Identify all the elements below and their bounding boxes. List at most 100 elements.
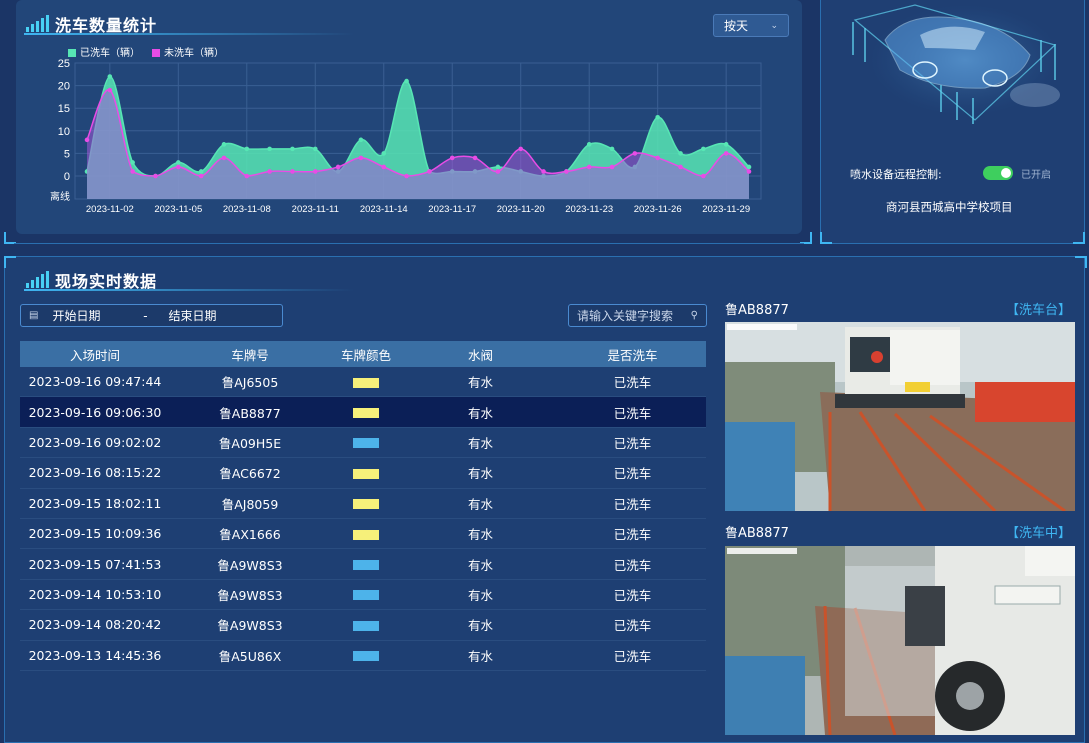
table-row[interactable]: 2023-09-16 09:47:44 鲁AJ6505 有水 已洗车 <box>20 367 706 398</box>
valve-cell: 有水 <box>402 579 559 611</box>
washed-cell: 已洗车 <box>559 609 706 641</box>
plate-color-cell <box>330 457 402 489</box>
data-point <box>176 160 181 165</box>
end-date-input[interactable]: 结束日期 <box>168 307 216 324</box>
washed-cell: 已洗车 <box>559 367 706 398</box>
project-name: 商河县西城高中学校项目 <box>886 200 1013 214</box>
y-offline-label: 离线 <box>50 190 70 203</box>
y-tick-label: 10 <box>58 126 70 138</box>
data-point <box>290 146 295 152</box>
y-tick-label: 15 <box>58 103 70 115</box>
data-point <box>746 164 752 170</box>
date-range-picker[interactable]: ▤ 开始日期 - 结束日期 <box>20 304 283 327</box>
corner-decoration <box>4 256 16 268</box>
spray-toggle[interactable] <box>983 166 1013 180</box>
col-header: 是否洗车 <box>559 341 706 367</box>
data-point <box>312 146 318 152</box>
table-row[interactable]: 2023-09-15 18:02:11 鲁AJ8059 有水 已洗车 <box>20 488 706 519</box>
data-point <box>404 173 409 179</box>
x-tick-label: 2023-11-23 <box>565 204 613 215</box>
col-header: 水阀 <box>402 341 559 367</box>
data-point <box>130 160 135 165</box>
camera-1-feed[interactable] <box>725 322 1075 511</box>
data-point <box>381 151 387 156</box>
plate-cell: 鲁A9W8S3 <box>170 579 330 611</box>
plate-cell: 鲁AJ8059 <box>170 488 330 519</box>
data-point <box>176 164 181 170</box>
data-point <box>678 151 683 156</box>
plate-color-swatch <box>353 590 379 601</box>
plate-cell: 鲁AX1666 <box>170 518 330 550</box>
toggle-knob <box>1001 168 1011 178</box>
plate-cell: 鲁AC6672 <box>170 457 330 489</box>
data-point <box>198 173 204 179</box>
table-row[interactable]: 2023-09-15 07:41:53 鲁A9W8S3 有水 已洗车 <box>20 548 706 580</box>
x-tick-label: 2023-11-26 <box>634 204 682 215</box>
plate-cell: 鲁A09H5E <box>170 427 330 459</box>
spray-state-text: 已开启 <box>1021 170 1051 181</box>
time-cell: 2023-09-16 09:47:44 <box>20 367 170 398</box>
data-point <box>655 114 660 120</box>
plate-color-swatch <box>353 408 379 419</box>
data-point <box>244 173 250 179</box>
data-point <box>267 146 272 152</box>
table-row[interactable]: 2023-09-14 10:53:10 鲁A9W8S3 有水 已洗车 <box>20 579 706 611</box>
table-row[interactable]: 2023-09-16 09:06:30 鲁AB8877 有水 已洗车 <box>20 396 706 428</box>
data-point <box>723 142 729 147</box>
camera-2-feed[interactable] <box>725 546 1075 735</box>
x-tick-label: 2023-11-11 <box>292 204 339 215</box>
x-tick-label: 2023-11-02 <box>86 204 134 215</box>
plate-color-cell <box>330 548 402 580</box>
washed-cell: 已洗车 <box>559 457 706 489</box>
data-point <box>335 164 341 170</box>
camera-1-plate: 鲁AB8877 <box>725 303 789 318</box>
washed-cell: 已洗车 <box>559 518 706 550</box>
washed-cell: 已洗车 <box>559 548 706 580</box>
table-row[interactable]: 2023-09-15 10:09:36 鲁AX1666 有水 已洗车 <box>20 518 706 550</box>
data-point <box>495 164 501 170</box>
data-point <box>541 169 546 174</box>
data-point <box>609 164 615 170</box>
table-row[interactable]: 2023-09-14 08:20:42 鲁A9W8S3 有水 已洗车 <box>20 609 706 641</box>
table-row[interactable]: 2023-09-16 08:15:22 鲁AC6672 有水 已洗车 <box>20 457 706 489</box>
plate-color-cell <box>330 367 402 398</box>
data-point <box>358 155 364 161</box>
data-point <box>404 78 409 84</box>
plate-color-cell <box>330 518 402 550</box>
col-header: 车牌颜色 <box>330 341 402 367</box>
valve-cell: 有水 <box>402 396 559 428</box>
data-point <box>381 164 387 170</box>
vehicle-table: 入场时间 车牌号 车牌颜色 水阀 是否洗车 2023-09-16 09:47:4… <box>20 341 706 671</box>
washed-cell: 已洗车 <box>559 579 706 611</box>
plate-color-swatch <box>353 499 379 510</box>
calendar-icon: ▤ <box>29 310 39 321</box>
time-cell: 2023-09-16 08:15:22 <box>20 457 170 489</box>
data-point <box>701 173 706 179</box>
data-point <box>449 155 455 161</box>
plate-color-swatch <box>353 560 379 571</box>
signal-bars-icon <box>26 271 49 288</box>
plate-color-cell <box>330 579 402 611</box>
plate-color-swatch <box>353 620 379 631</box>
washed-cell: 已洗车 <box>559 488 706 519</box>
plate-cell: 鲁A9W8S3 <box>170 548 330 580</box>
data-point <box>107 74 113 79</box>
table-row[interactable]: 2023-09-13 14:45:36 鲁A5U86X 有水 已洗车 <box>20 640 706 671</box>
data-point <box>586 164 592 170</box>
date-separator: - <box>143 308 148 323</box>
start-date-input[interactable]: 开始日期 <box>52 307 122 324</box>
data-point <box>723 151 729 156</box>
x-tick-label: 2023-11-20 <box>497 204 545 215</box>
table-row[interactable]: 2023-09-16 09:02:02 鲁A09H5E 有水 已洗车 <box>20 427 706 459</box>
data-point <box>84 137 90 143</box>
car-wash-illustration <box>852 4 1060 124</box>
search-input[interactable]: 请输入关键字搜索 ⚲ <box>568 304 707 327</box>
x-tick-label: 2023-11-08 <box>223 204 271 215</box>
camera-2-status: 【洗车中】 <box>1006 526 1072 541</box>
camera-1-image <box>725 322 1075 511</box>
data-point <box>290 169 295 174</box>
valve-cell: 有水 <box>402 609 559 641</box>
data-point <box>358 137 364 143</box>
search-placeholder: 请输入关键字搜索 <box>577 309 674 323</box>
corner-decoration <box>1075 256 1087 268</box>
